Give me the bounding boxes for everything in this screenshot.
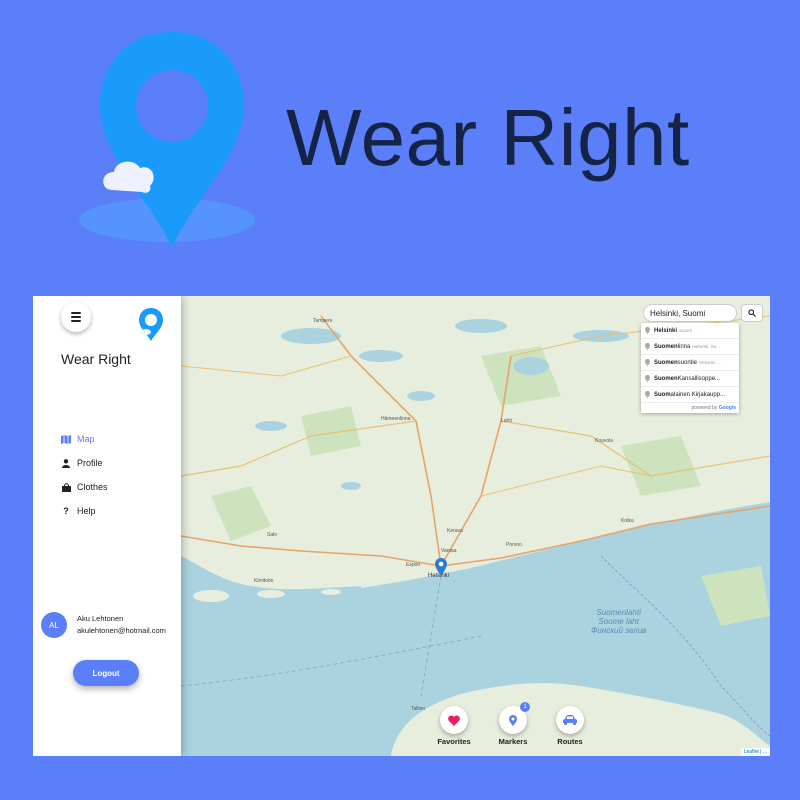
sidebar: Wear Right Map Profile Clothes ? Help AL… [33,296,181,756]
suggestion-item[interactable]: Suomen suontie Helsinki, ... [641,355,739,371]
suggestion-bold: Suomen [654,343,678,350]
map-label-kotka: Kotka [621,518,634,524]
search-suggestions: Helsinki Suomi Suomen linna Helsinki, Su...… [641,323,739,413]
suggestion-bold: Suomen [654,375,678,382]
sea-label-line1: Suomenlahti [596,608,641,617]
heart-icon [448,714,460,726]
marker-icon [509,714,517,726]
suggestion-item[interactable]: Suom alainen Kirjakaupp... [641,387,739,403]
hero-logo-icon [79,32,255,248]
powered-by-google: powered by Google [641,403,739,413]
question-icon: ? [63,506,69,516]
bag-icon [61,482,71,492]
map-label-vantaa: Vantaa [441,548,457,554]
favorites-button[interactable] [440,706,468,734]
user-info: AL Aku Lehtonen akulehtonen@hotmail.com [41,612,166,638]
suggestion-rest: alainen Kirjakaupp... [670,391,726,398]
routes-label: Routes [557,737,583,746]
suggestion-bold: Suom [654,391,671,398]
logout-button[interactable]: Logout [73,660,139,686]
sidebar-item-label: Help [77,506,96,516]
markers-action: 1 Markers [493,702,533,746]
hero-title: Wear Right [286,93,690,182]
suggestion-secondary: Suomi [679,328,692,333]
suggestion-secondary: Helsinki, Su... [692,344,720,349]
sidebar-item-help[interactable]: ? Help [61,499,108,523]
map-label-kerava: Kerava [447,528,463,534]
user-email: akulehtonen@hotmail.com [77,626,166,635]
suggestion-bold: Helsinki [654,327,678,334]
suggestion-rest: linna [677,343,691,350]
sea-label-line3: Финский залив [591,626,647,635]
search-icon [748,309,756,317]
google-logo: Google [718,405,736,411]
map-label-lahti: Lahti [501,418,512,424]
car-icon [563,715,577,725]
sidebar-item-label: Map [77,434,95,444]
pin-icon [645,343,650,350]
suggestion-item[interactable]: Suomen linna Helsinki, Su... [641,339,739,355]
map-label-porvoo: Porvoo [506,542,522,548]
sidebar-item-profile[interactable]: Profile [61,451,108,475]
sidebar-item-clothes[interactable]: Clothes [61,475,108,499]
search-input[interactable]: Helsinki, Suomi [643,304,737,322]
map-label-tampere: Tampere [313,318,333,324]
suggestion-item[interactable]: Helsinki Suomi [641,323,739,339]
favorites-label: Favorites [437,737,471,746]
suggestion-rest: suontie [677,359,698,366]
search-bar: Helsinki, Suomi [643,302,765,324]
user-icon [61,458,71,468]
search-button[interactable] [741,304,763,322]
suggestion-secondary: Helsinki, ... [699,360,722,365]
routes-button[interactable] [556,706,584,734]
map-attribution[interactable]: Leaflet | ... [740,748,770,756]
markers-badge: 1 [520,702,530,712]
map-label-kouvola: Kouvola [595,438,614,444]
favorites-action: Favorites [434,706,474,746]
location-marker-icon[interactable] [435,558,447,576]
pin-icon [645,391,650,398]
map-label-kimito: Kimitoön [254,578,274,584]
map-view[interactable]: Tampere Hämeenlinna Lahti Kouvola Kotka … [181,296,770,756]
sidebar-nav: Map Profile Clothes ? Help [61,427,108,523]
map-icon [61,434,71,444]
map-label-hameenlinna: Hämeenlinna [381,416,411,422]
map-label-tallinn: Tallinn [411,706,426,712]
markers-button[interactable]: 1 [499,702,530,734]
powered-by-text: powered by [691,405,718,411]
sidebar-item-label: Clothes [77,482,108,492]
avatar[interactable]: AL [41,612,67,638]
routes-action: Routes [550,706,590,746]
sea-label: Suomenlahti Soome laht Финский залив [591,608,646,635]
user-name: Aku Lehtonen [77,614,124,623]
menu-button[interactable] [61,302,91,332]
suggestion-bold: Suomen [654,359,678,366]
pin-icon [645,327,650,334]
markers-label: Markers [498,737,528,746]
map-label-salo: Salo [267,532,278,538]
sidebar-item-map[interactable]: Map [61,427,108,451]
pin-icon [645,359,650,366]
sea-label-line2: Soome laht [598,617,639,626]
hamburger-icon [71,310,81,324]
pin-icon [645,375,650,382]
suggestion-rest: Kansallisoppe... [677,375,721,382]
app-window: Wear Right Map Profile Clothes ? Help AL… [33,296,770,756]
sidebar-item-label: Profile [77,458,103,468]
sidebar-logo-icon [139,308,163,341]
suggestion-item[interactable]: Suomen Kansallisoppe... [641,371,739,387]
sidebar-title: Wear Right [61,351,131,367]
map-label-espoo: Espoo [406,562,421,568]
